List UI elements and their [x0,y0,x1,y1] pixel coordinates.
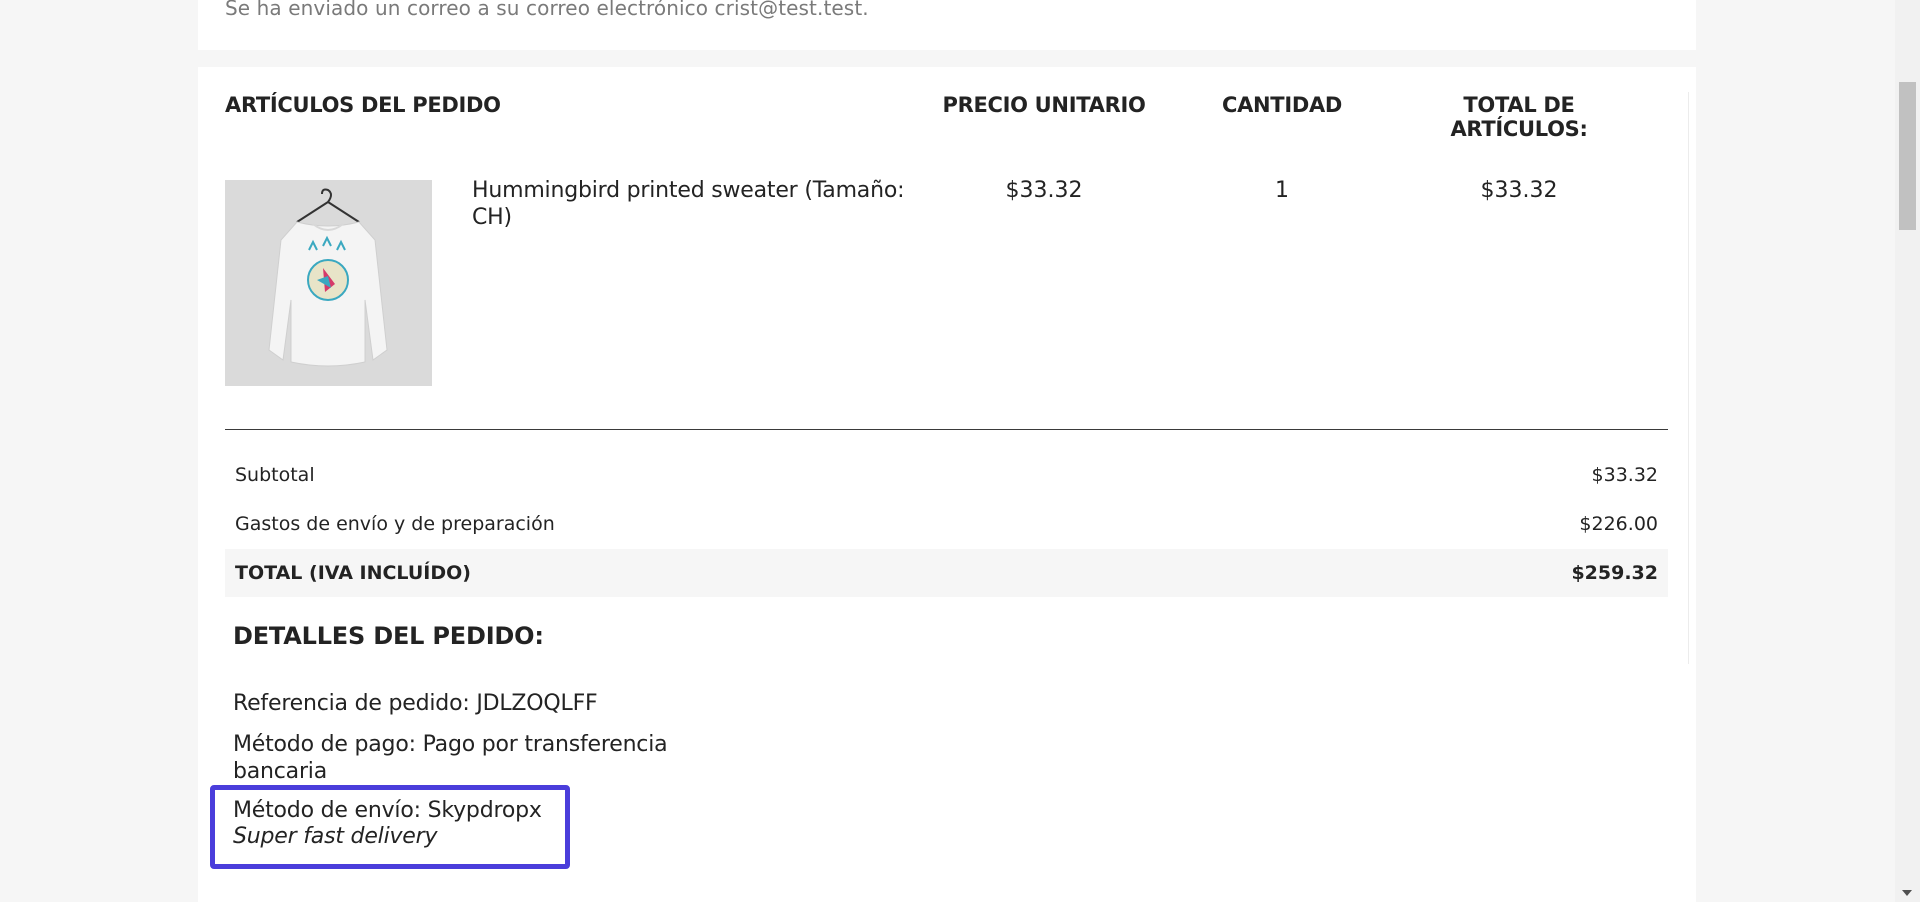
vertical-scrollbar[interactable] [1895,0,1920,902]
shipping-method: Método de envío: Skypdropx [233,798,542,823]
product-total: $33.32 [1480,178,1558,203]
product-unit-price: $33.32 [1005,178,1083,203]
order-details-title: DETALLES DEL PEDIDO: [233,622,544,650]
header-quantity: CANTIDAD [1221,93,1343,117]
total-value: $259.32 [1571,562,1658,584]
sweater-icon [225,180,432,386]
subtotal-value: $33.32 [1591,464,1658,486]
sweater-product-image[interactable] [225,180,432,386]
shipping-label: Gastos de envío y de preparación [235,513,555,535]
scrollbar-thumb[interactable] [1899,82,1916,230]
column-divider [1688,92,1689,664]
page: Se ha enviado un correo a su correo elec… [0,0,1920,902]
product-name: Hummingbird printed sweater (Tamaño: CH) [472,178,905,230]
shipping-row: Gastos de envío y de preparación $226.00 [225,500,1668,548]
header-unit-price: PRECIO UNITARIO [942,93,1146,117]
items-divider [225,429,1668,430]
confirmation-email-text: Se ha enviado un correo a su correo elec… [225,0,869,20]
confirmation-card: Se ha enviado un correo a su correo elec… [198,0,1696,50]
shipping-method-note: Super fast delivery [233,824,438,849]
order-reference: Referencia de pedido: JDLZOQLFF [233,691,598,716]
shipping-value: $226.00 [1579,513,1658,535]
subtotal-label: Subtotal [235,464,315,486]
header-items: ARTÍCULOS DEL PEDIDO [225,93,501,117]
total-label: TOTAL (IVA INCLUÍDO) [235,562,471,584]
total-row: TOTAL (IVA INCLUÍDO) $259.32 [225,549,1668,597]
order-items-card: ARTÍCULOS DEL PEDIDO PRECIO UNITARIO CAN… [198,67,1696,902]
scroll-down-arrow-icon[interactable] [1902,890,1912,896]
subtotal-row: Subtotal $33.32 [225,451,1668,499]
header-total-items: TOTAL DE ARTÍCULOS: [1450,93,1588,141]
product-quantity: 1 [1275,178,1289,203]
payment-method: Método de pago: Pago por transferencia b… [233,732,668,784]
